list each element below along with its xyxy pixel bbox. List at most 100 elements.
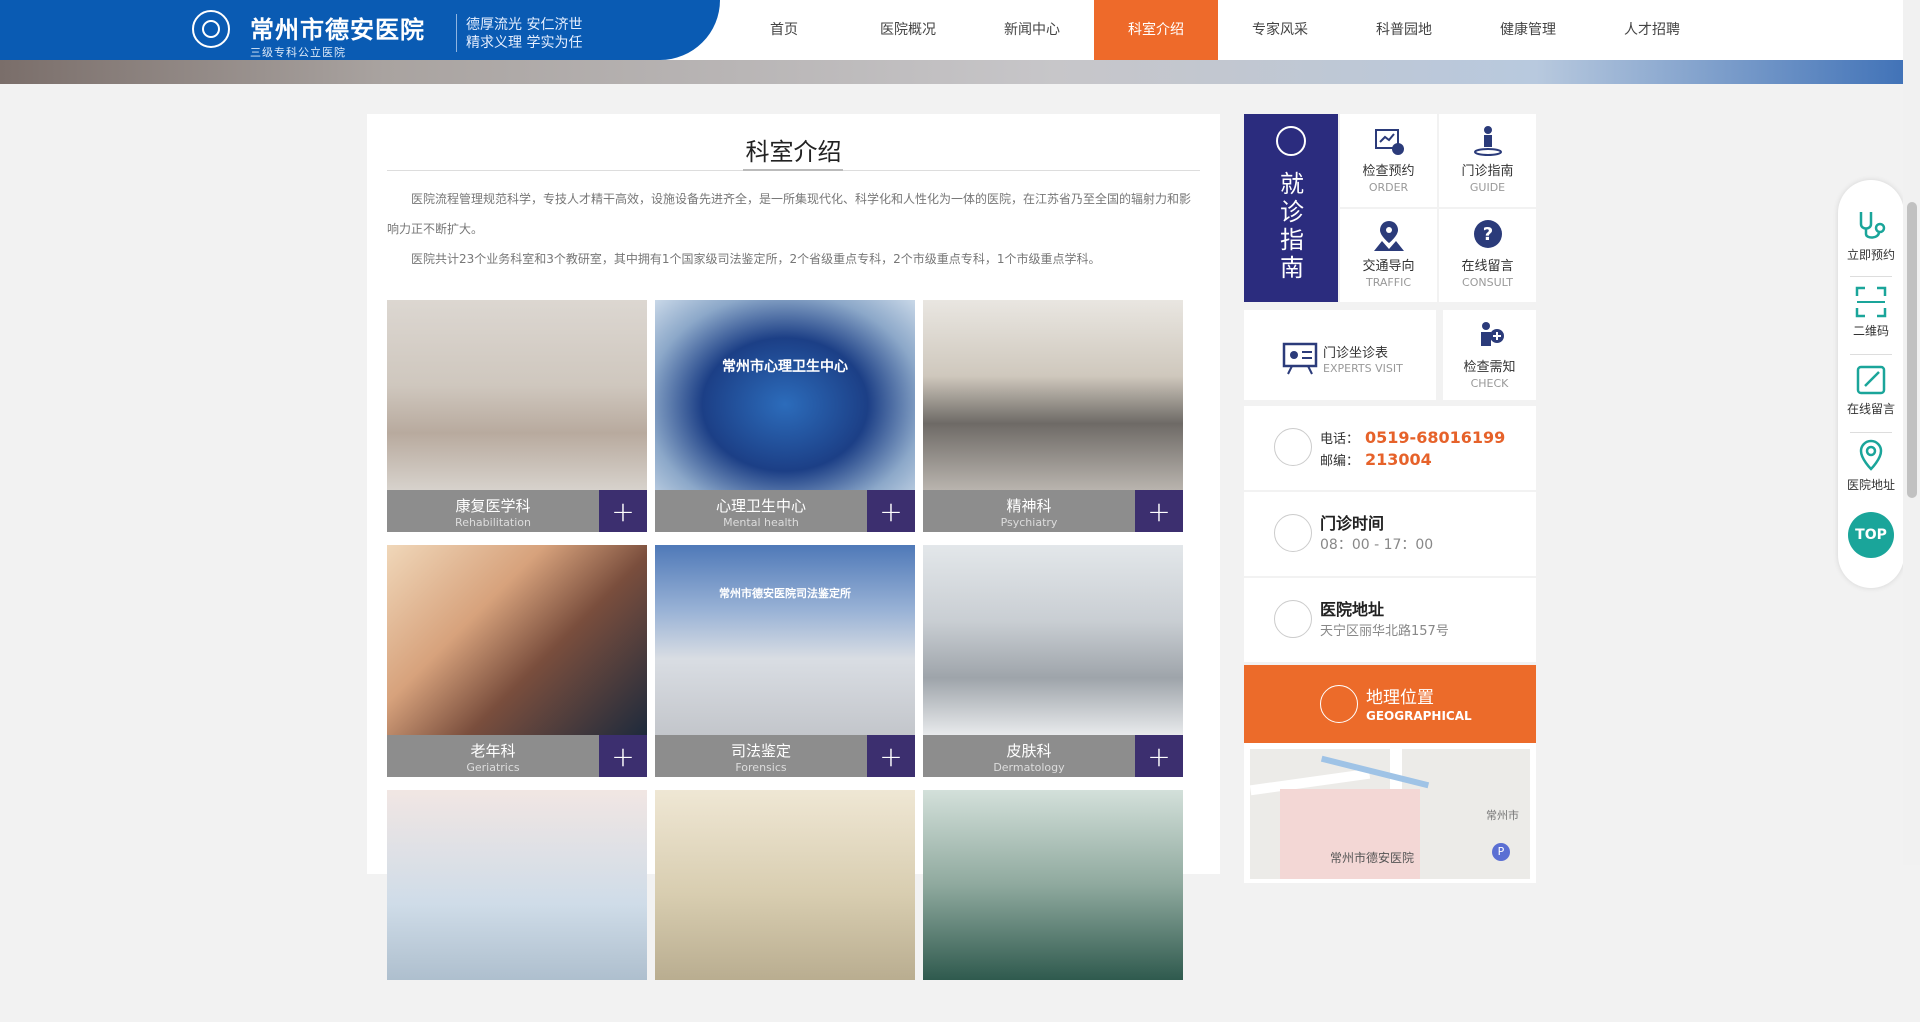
- address-value: 天宁区丽华北路157号: [1320, 624, 1449, 639]
- department-name: 精神科: [1006, 497, 1052, 515]
- phone-label: 电话：: [1320, 432, 1360, 447]
- tile-label-en: TRAFFIC: [1365, 276, 1412, 289]
- department-caption: 皮肤科 Dermatology +: [923, 735, 1183, 777]
- float-label: 医院地址: [1846, 478, 1895, 492]
- department-name: 康复医学科: [455, 497, 531, 515]
- tile-order[interactable]: 检查预约 ORDER: [1340, 114, 1437, 207]
- map-place-label: 常州市: [1486, 809, 1519, 822]
- expand-plus-button[interactable]: +: [599, 735, 647, 777]
- location-icon: [1859, 439, 1883, 471]
- schedule-board-icon: [1282, 342, 1318, 375]
- nav-item-science[interactable]: 科普园地: [1342, 0, 1466, 60]
- float-address[interactable]: 医院地址: [1838, 438, 1904, 493]
- department-photo: [923, 545, 1183, 735]
- department-card-geriatrics[interactable]: 老年科 Geriatrics +: [387, 545, 647, 777]
- nav-item-overview[interactable]: 医院概况: [846, 0, 970, 60]
- department-caption: 老年科 Geriatrics +: [387, 735, 647, 777]
- department-name-en: Dermatology: [993, 761, 1065, 774]
- tile-check[interactable]: 检查需知 CHECK: [1443, 310, 1536, 400]
- back-to-top-button[interactable]: TOP: [1848, 512, 1894, 558]
- location-map[interactable]: 常州市德安医院 常州市 P: [1244, 743, 1536, 883]
- page-scrollbar[interactable]: [1903, 0, 1920, 865]
- brand-name: 常州市德安医院: [250, 16, 425, 44]
- float-label: 立即预约: [1846, 248, 1895, 262]
- expand-plus-button[interactable]: +: [1135, 490, 1183, 532]
- nav-item-home[interactable]: 首页: [722, 0, 846, 60]
- tile-guide[interactable]: 门诊指南 GUIDE: [1439, 114, 1536, 207]
- tile-label: 交通导向: [1362, 259, 1415, 274]
- floating-toolbar: 立即预约 二维码 在线留言 医院地址 TOP: [1838, 180, 1904, 588]
- department-photo: [387, 790, 647, 980]
- float-qrcode[interactable]: 二维码: [1838, 284, 1904, 339]
- page-title: 科室介绍: [745, 138, 842, 166]
- divider: [1850, 432, 1892, 433]
- department-name: 皮肤科: [1006, 742, 1052, 760]
- address-block: 医院地址 天宁区丽华北路157号: [1244, 578, 1536, 662]
- expand-plus-button[interactable]: +: [599, 490, 647, 532]
- tile-label: 门诊指南: [1461, 164, 1514, 179]
- top-header: 常州市德安医院 三级专科公立医院 德厚流光 安仁济世 精求义理 学实为任 首页 …: [0, 0, 1920, 60]
- hours-value: 08：00 - 17：00: [1320, 537, 1434, 553]
- main-nav: 首页 医院概况 新闻中心 科室介绍 专家风采 科普园地 健康管理 人才招聘: [722, 0, 1714, 60]
- clinic-hours-block: 门诊时间 08：00 - 17：00: [1244, 492, 1536, 576]
- map-place-label: 常州市德安医院: [1330, 851, 1415, 865]
- contact-phone-block: 电话： 0519-68016199 邮编： 213004: [1244, 406, 1536, 490]
- scrollbar-thumb[interactable]: [1907, 202, 1917, 498]
- expand-plus-button[interactable]: +: [867, 490, 915, 532]
- tile-label-en: CHECK: [1470, 377, 1509, 390]
- department-name-en: Psychiatry: [1000, 516, 1058, 529]
- department-name-en: Forensics: [735, 761, 787, 774]
- slogan-line-2: 精求义理 学实为任: [466, 35, 583, 51]
- brand-divider: [456, 14, 457, 52]
- stethoscope-icon: [1859, 212, 1886, 239]
- tile-label-en: GUIDE: [1469, 181, 1506, 194]
- brand-area[interactable]: 常州市德安医院 三级专科公立医院 德厚流光 安仁济世 精求义理 学实为任: [0, 0, 720, 60]
- tile-label: 检查需知: [1463, 360, 1516, 375]
- department-name: 司法鉴定: [730, 742, 791, 760]
- department-card[interactable]: [655, 790, 915, 1022]
- department-card-rehabilitation[interactable]: 康复医学科 Rehabilitation +: [387, 300, 647, 532]
- float-appointment[interactable]: 立即预约: [1838, 208, 1904, 263]
- tile-label-en: CONSULT: [1462, 276, 1513, 289]
- geographical-banner[interactable]: 地理位置 GEOGRAPHICAL: [1244, 665, 1536, 743]
- tile-traffic[interactable]: 交通导向 TRAFFIC: [1340, 209, 1437, 302]
- float-message[interactable]: 在线留言: [1838, 362, 1904, 417]
- nav-item-experts[interactable]: 专家风采: [1218, 0, 1342, 60]
- photo-sign-text: 常州市心理卫生中心: [722, 359, 848, 375]
- map-pin-icon: [1373, 221, 1404, 251]
- map-canvas[interactable]: 常州市德安医院 常州市 P: [1250, 749, 1530, 879]
- department-card-forensics[interactable]: 常州市德安医院司法鉴定所 司法鉴定 Forensics +: [655, 545, 915, 777]
- hospital-logo-icon: [192, 10, 230, 48]
- visit-guide-header: 就诊指南: [1244, 114, 1338, 302]
- phone-number[interactable]: 0519-68016199: [1365, 428, 1505, 447]
- nav-item-departments[interactable]: 科室介绍: [1094, 0, 1218, 60]
- tile-label: 门诊坐诊表: [1323, 346, 1389, 361]
- nav-item-health[interactable]: 健康管理: [1466, 0, 1590, 60]
- tile-label-en: EXPERTS VISIT: [1323, 362, 1403, 375]
- tile-experts-visit[interactable]: 门诊坐诊表 EXPERTS VISIT: [1244, 310, 1436, 400]
- department-card[interactable]: [923, 790, 1183, 1022]
- department-photo: 常州市德安医院司法鉴定所: [655, 545, 915, 735]
- intro-paragraph: 医院共计23个业务科室和3个教研室，其中拥有1个国家级司法鉴定所，2个省级重点专…: [411, 252, 1101, 266]
- department-photo: [923, 300, 1183, 490]
- map-location-icon: [1320, 685, 1358, 723]
- address-title: 医院地址: [1320, 600, 1385, 619]
- department-card-psychiatry[interactable]: 精神科 Psychiatry +: [923, 300, 1183, 532]
- geo-title-en: GEOGRAPHICAL: [1366, 709, 1472, 723]
- department-photo: 常州市心理卫生中心: [655, 300, 915, 490]
- expand-plus-button[interactable]: +: [867, 735, 915, 777]
- divider: [1850, 354, 1892, 355]
- expand-plus-button[interactable]: +: [1135, 735, 1183, 777]
- zip-label: 邮编：: [1320, 454, 1360, 469]
- department-card-dermatology[interactable]: 皮肤科 Dermatology +: [923, 545, 1183, 777]
- department-photo: [923, 790, 1183, 980]
- nav-item-careers[interactable]: 人才招聘: [1590, 0, 1714, 60]
- department-photo: [655, 790, 915, 980]
- nav-item-news[interactable]: 新闻中心: [970, 0, 1094, 60]
- department-card[interactable]: [387, 790, 647, 1022]
- department-name-en: Mental health: [723, 516, 799, 529]
- department-card-mental-health[interactable]: 常州市心理卫生中心 心理卫生中心 Mental health +: [655, 300, 915, 532]
- geo-title: 地理位置: [1366, 688, 1434, 708]
- tile-consult[interactable]: ? 在线留言 CONSULT: [1439, 209, 1536, 302]
- department-caption: 精神科 Psychiatry +: [923, 490, 1183, 532]
